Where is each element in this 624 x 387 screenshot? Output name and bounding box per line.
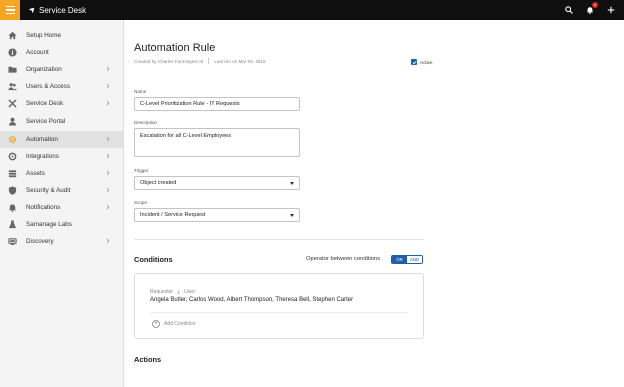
sidebar-item-label: Discovery xyxy=(26,238,54,245)
sidebar-item-notifications[interactable]: Notifications xyxy=(0,199,123,216)
trigger-label: Trigger xyxy=(134,168,149,173)
meta-divider xyxy=(208,58,210,64)
scope-label: Scope xyxy=(134,200,148,205)
caret-down-icon xyxy=(290,214,294,217)
sidebar-item-label: Assets xyxy=(26,170,45,177)
sidebar-item-label: Organization xyxy=(26,66,62,73)
operator-or-option[interactable]: OR xyxy=(392,256,407,263)
active-toggle[interactable]: Active xyxy=(411,59,433,65)
sidebar-item-label: Integrations xyxy=(26,153,59,160)
sidebar-item-integrations[interactable]: Integrations xyxy=(0,148,123,165)
sidebar-item-label: Samanage Labs xyxy=(26,221,72,228)
add-circle-icon: + xyxy=(152,320,160,328)
condition-field-child: User: xyxy=(184,289,197,295)
sidebar-item-account[interactable]: Account xyxy=(0,44,123,61)
users-icon xyxy=(8,82,17,91)
condition-divider xyxy=(150,312,408,313)
trigger-select[interactable]: Object created xyxy=(134,176,300,190)
notification-badge: 4 xyxy=(592,2,598,8)
operator-and-option[interactable]: AND xyxy=(407,256,422,263)
notifications-button[interactable]: 4 xyxy=(585,2,598,15)
operator-toggle[interactable]: OR AND xyxy=(391,255,423,264)
sidebar-item-label: Notifications xyxy=(26,204,61,211)
condition-field-parent: Requester xyxy=(150,289,174,295)
stack-icon xyxy=(8,169,17,178)
sidebar-item-assets[interactable]: Assets xyxy=(0,165,123,182)
chevron-right-icon xyxy=(106,100,110,106)
sidebar-item-automation[interactable]: Automation xyxy=(0,131,123,148)
chevron-right-icon xyxy=(177,290,180,294)
name-field[interactable]: C-Level Prioritization Rule - IT Request… xyxy=(134,97,300,111)
scope-value: Incident / Service Request xyxy=(140,212,206,218)
service-desk-logo-icon xyxy=(28,7,35,13)
app-name: Service Desk xyxy=(39,5,87,15)
chevron-right-icon xyxy=(106,204,110,210)
conditions-title: Conditions xyxy=(134,255,173,264)
chevron-right-icon xyxy=(106,66,110,72)
network-icon xyxy=(8,237,17,246)
condition-path: Requester User: xyxy=(150,289,196,295)
last-run-text: Last run on Mar 09, 2018 xyxy=(214,58,266,64)
caret-down-icon xyxy=(290,182,294,185)
sidebar-item-security-audit[interactable]: Security & Audit xyxy=(0,182,123,199)
sidebar-item-label: Setup Home xyxy=(26,32,62,39)
add-button[interactable] xyxy=(606,5,616,15)
condition-values[interactable]: Angela Butler, Carlos Wood, Albert Thomp… xyxy=(150,297,353,303)
sidebar-item-setup-home[interactable]: Setup Home xyxy=(0,27,123,44)
info-icon xyxy=(8,48,17,57)
add-condition-button[interactable]: + Add Condition xyxy=(152,320,195,328)
sidebar-item-label: Automation xyxy=(26,136,58,143)
description-label: Description xyxy=(134,120,157,125)
plus-icon xyxy=(607,6,615,14)
folder-icon xyxy=(8,65,17,74)
active-checkbox[interactable] xyxy=(411,59,417,65)
condition-card: Requester User: Angela Butler, Carlos Wo… xyxy=(134,273,424,339)
operator-label: Operator between conditions xyxy=(306,256,381,262)
chevron-right-icon xyxy=(106,153,110,159)
page-title: Automation Rule xyxy=(134,42,216,54)
home-icon xyxy=(8,31,17,40)
plug-icon xyxy=(8,152,17,161)
trigger-value: Object created xyxy=(140,180,177,186)
sidebar-item-label: Service Desk xyxy=(26,100,64,107)
sidebar-item-label: Users & Access xyxy=(26,83,71,90)
checkmark-icon xyxy=(412,60,417,64)
hamburger-menu-button[interactable] xyxy=(0,0,20,20)
shield-icon xyxy=(8,186,17,195)
sidebar-item-organization[interactable]: Organization xyxy=(0,61,123,78)
sidebar-item-label: Account xyxy=(26,49,49,56)
sidebar-item-service-portal[interactable]: Service Portal xyxy=(0,113,123,130)
sidebar-item-users-access[interactable]: Users & Access xyxy=(0,78,123,95)
description-field[interactable]: Escalation for all C-Level Employees xyxy=(134,128,300,157)
section-divider xyxy=(134,239,424,240)
search-button[interactable] xyxy=(564,5,574,15)
name-label: Name xyxy=(134,89,147,94)
flask-icon xyxy=(8,220,17,229)
sidebar-item-samanage-labs[interactable]: Samanage Labs xyxy=(0,216,123,233)
chevron-right-icon xyxy=(106,170,110,176)
chevron-right-icon xyxy=(106,238,110,244)
gear-icon xyxy=(8,135,17,144)
app-brand[interactable]: Service Desk xyxy=(28,6,86,15)
active-label: Active xyxy=(420,59,433,65)
tools-icon xyxy=(8,99,17,108)
sidebar: Setup Home Account Organization Users & … xyxy=(0,20,124,387)
sidebar-item-label: Service Portal xyxy=(26,118,66,125)
rule-meta: Created by Charles Farmington III Last r… xyxy=(134,58,266,64)
created-by-text: Created by Charles Farmington III xyxy=(134,58,204,64)
actions-title: Actions xyxy=(134,355,162,364)
person-icon xyxy=(8,117,17,126)
main-content: Automation Rule Created by Charles Farmi… xyxy=(124,20,624,387)
add-condition-label: Add Condition xyxy=(164,321,196,327)
bell-icon xyxy=(8,203,17,212)
chevron-right-icon xyxy=(106,83,110,89)
chevron-right-icon xyxy=(106,187,110,193)
chevron-right-icon xyxy=(106,136,110,142)
sidebar-item-label: Security & Audit xyxy=(26,187,71,194)
search-icon xyxy=(565,6,573,14)
sidebar-item-discovery[interactable]: Discovery xyxy=(0,233,123,250)
top-bar: Service Desk 4 xyxy=(0,0,624,20)
scope-select[interactable]: Incident / Service Request xyxy=(134,208,300,222)
sidebar-item-service-desk[interactable]: Service Desk xyxy=(0,95,123,112)
